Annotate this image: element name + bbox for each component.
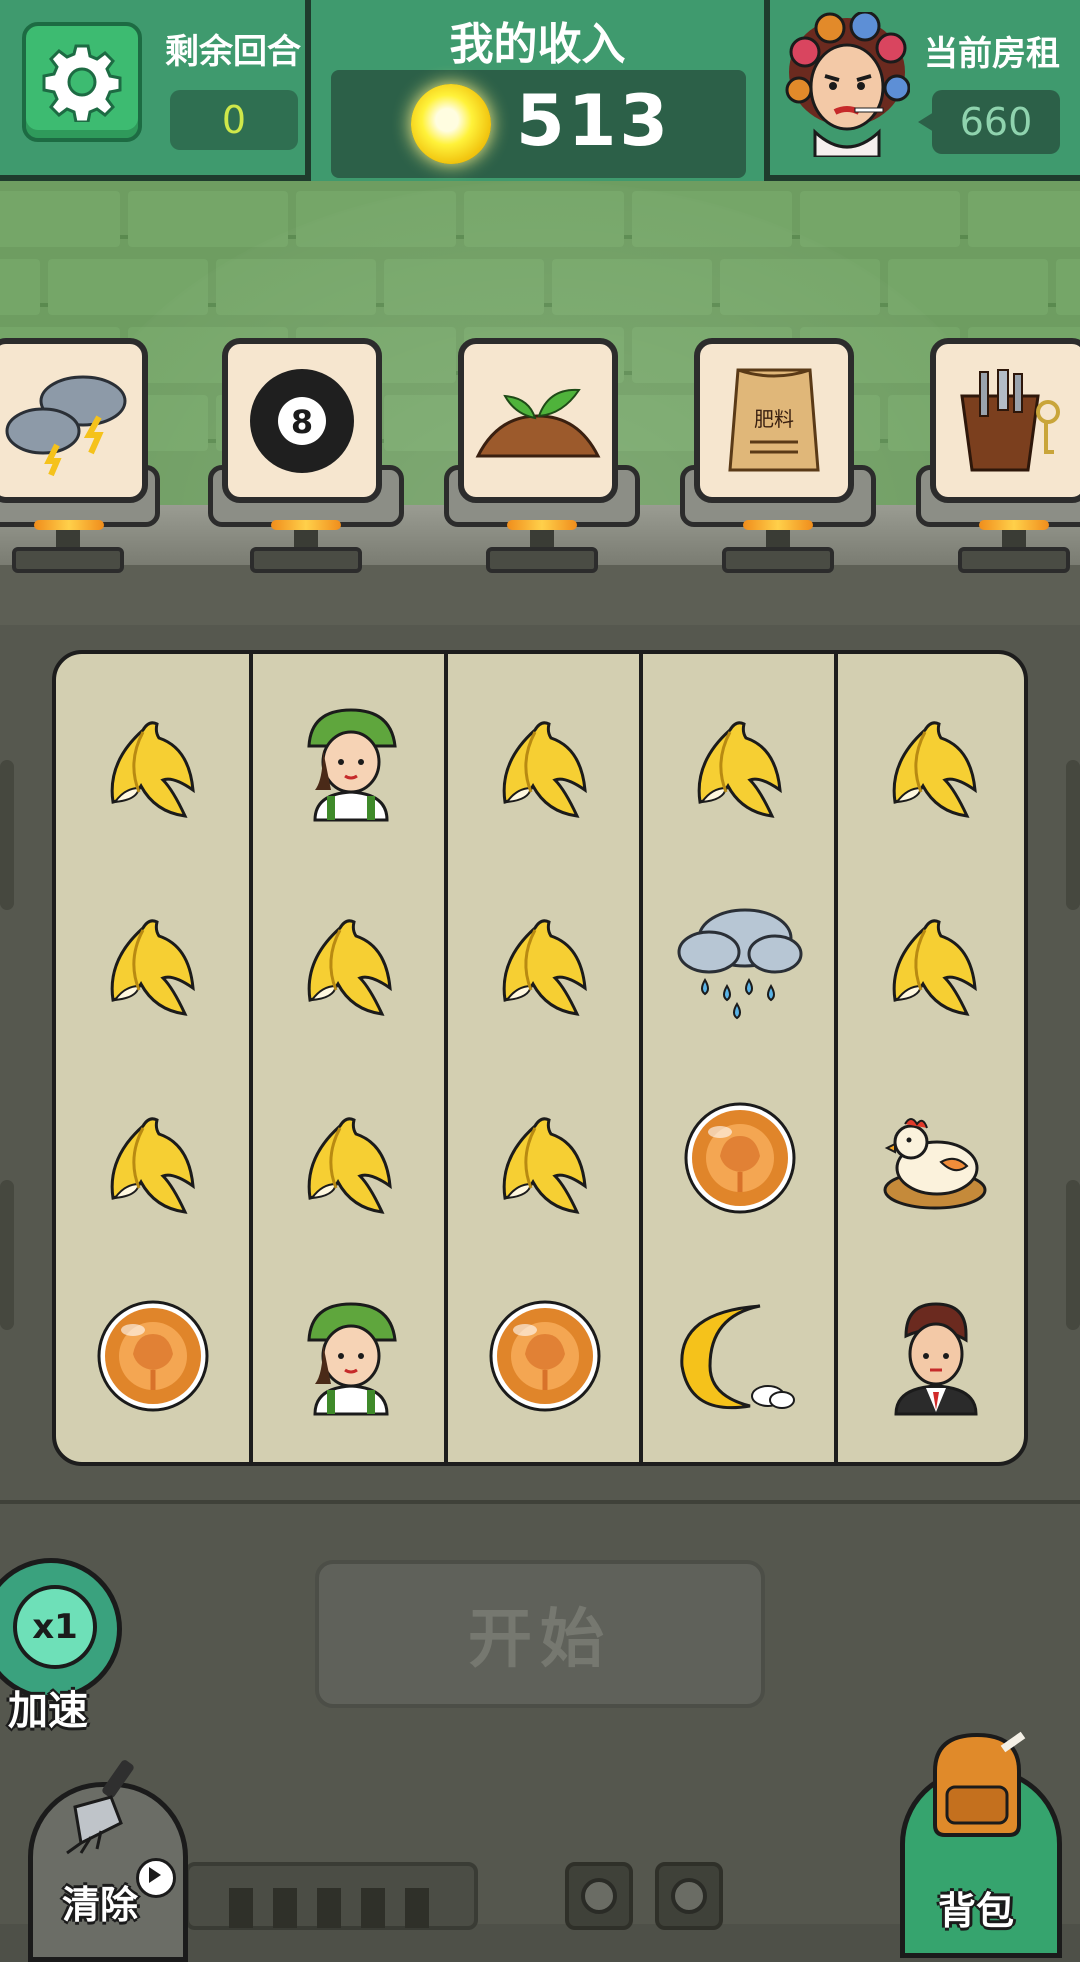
fertilizer-label: 肥料 [754, 407, 794, 431]
landlord-avatar [785, 10, 911, 159]
banana-peel-icon[interactable] [253, 1058, 446, 1258]
farmer-girl-icon[interactable] [253, 662, 446, 862]
banana-peel-icon[interactable] [448, 860, 641, 1060]
landlord-face-icon [785, 10, 911, 159]
banana-peel-icon[interactable] [56, 860, 249, 1060]
banana-peel-icon[interactable] [838, 860, 1024, 1060]
income-box: 513 [331, 70, 746, 178]
reel-column-1 [56, 654, 249, 1462]
rent-value: 660 [918, 90, 1060, 154]
eight-ball-label: 8 [291, 403, 313, 441]
backpack-icon [933, 1731, 1026, 1837]
banana-peel-icon[interactable] [56, 662, 249, 862]
banana-peel-icon[interactable] [56, 1058, 249, 1258]
banana-peel-icon[interactable] [838, 662, 1024, 862]
brush-icon [66, 1760, 134, 1855]
speed-value: x1 [13, 1585, 97, 1669]
video-ad-icon[interactable] [136, 1858, 176, 1898]
start-button[interactable]: 开始 [315, 1560, 765, 1708]
reel-column-3 [448, 654, 641, 1462]
amber-orb-icon[interactable] [448, 1256, 641, 1456]
income-panel: 我的收入 513 [305, 0, 770, 200]
reel-column-2 [253, 654, 446, 1462]
income-title: 我的收入 [449, 19, 626, 70]
crescent-moon-icon[interactable] [643, 1256, 836, 1456]
reel-board[interactable] [52, 650, 1028, 1466]
reel-column-4 [643, 654, 836, 1462]
tool-belt-icon [930, 338, 1080, 503]
backpack-label: 背包 [938, 1889, 1015, 1933]
rent-label: 当前房租 [924, 34, 1060, 74]
sprout-soil-icon [458, 338, 618, 503]
businessman-icon[interactable] [838, 1256, 1024, 1456]
gear-icon [42, 44, 122, 122]
banana-peel-icon[interactable] [253, 860, 446, 1060]
hen-nest-icon[interactable] [838, 1058, 1024, 1258]
farmer-girl-icon[interactable] [253, 1256, 446, 1456]
fertilizer-bag-icon: 肥料 [694, 338, 854, 503]
storm-cloud-icon [0, 338, 148, 503]
eight-ball-icon: 8 [222, 338, 382, 503]
settings-button[interactable] [22, 22, 142, 142]
amber-orb-icon[interactable] [643, 1058, 836, 1258]
income-value: 513 [516, 80, 672, 162]
banana-peel-icon[interactable] [448, 1058, 641, 1258]
reel-column-5 [838, 654, 1024, 1462]
speed-label: 加速 [8, 1688, 88, 1734]
clear-label: 清除 [62, 1883, 139, 1927]
rain-cloud-icon[interactable] [643, 860, 836, 1060]
banana-peel-icon[interactable] [643, 662, 836, 862]
rounds-label: 剩余回合 [165, 32, 301, 72]
amber-orb-icon[interactable] [56, 1256, 249, 1456]
coin-icon [411, 84, 491, 164]
rounds-counter: 0 [170, 90, 298, 150]
banana-peel-icon[interactable] [448, 662, 641, 862]
